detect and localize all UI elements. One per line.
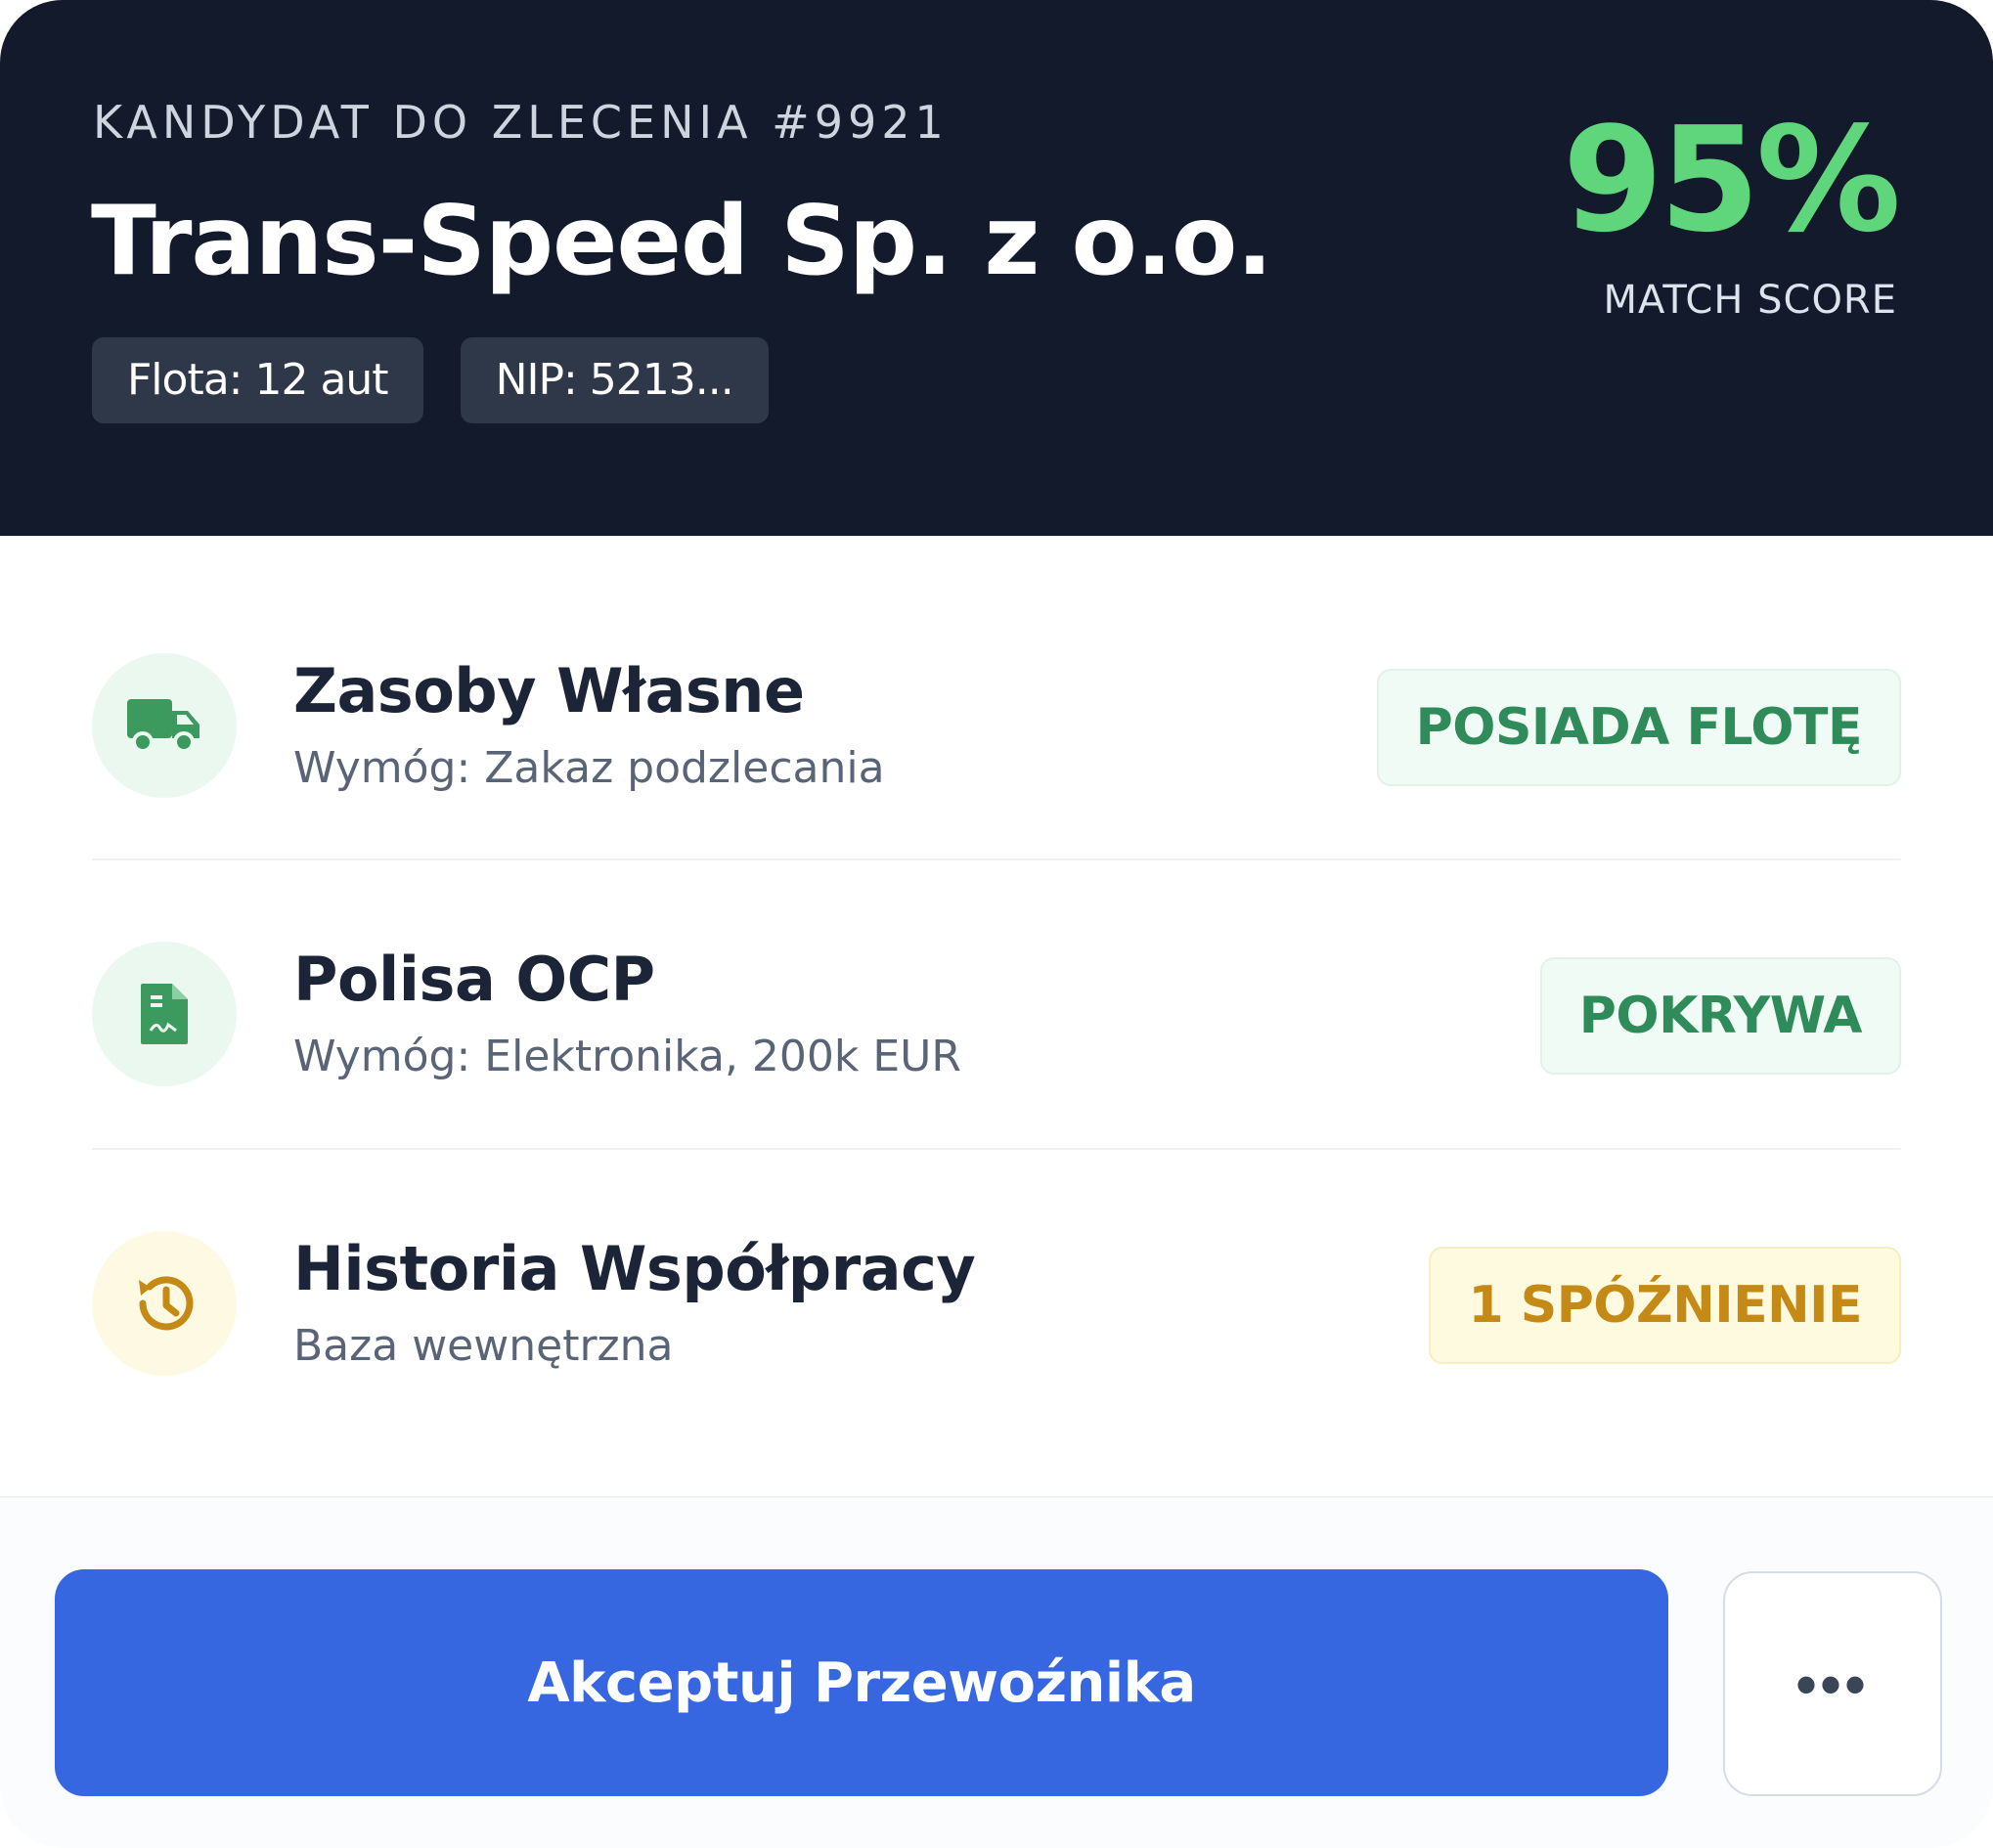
truck-icon xyxy=(92,653,237,798)
match-score-label: MATCH SCORE xyxy=(1603,278,1897,323)
row-subtitle: Baza wewnętrzna xyxy=(293,1321,674,1371)
row-title: Polisa OCP xyxy=(293,944,655,1015)
row-subtitle: Wymóg: Zakaz podzlecania xyxy=(293,743,885,793)
status-badge: POSIADA FLOTĘ xyxy=(1376,669,1901,786)
row-divider xyxy=(92,1148,1901,1150)
match-score: 95% MATCH SCORE xyxy=(1562,96,1901,323)
nip-chip: NIP: 5213... xyxy=(460,337,769,423)
info-chips: Flota: 12 aut NIP: 5213... xyxy=(92,337,769,423)
more-options-button[interactable]: ••• xyxy=(1723,1571,1942,1796)
row-divider xyxy=(92,858,1901,860)
history-icon xyxy=(92,1231,237,1376)
row-subtitle: Wymóg: Elektronika, 200k EUR xyxy=(293,1032,961,1081)
accept-carrier-button[interactable]: Akceptuj Przewoźnika xyxy=(55,1569,1668,1796)
card-header: KANDYDAT DO ZLECENIA #9921 Trans-Speed S… xyxy=(0,0,1993,536)
requirement-row-ocp-policy: Polisa OCP Wymóg: Elektronika, 200k EUR … xyxy=(92,942,1901,1086)
document-icon xyxy=(92,942,237,1086)
match-score-value: 95% xyxy=(1562,96,1901,264)
status-badge: POKRYWA xyxy=(1539,957,1901,1075)
company-name: Trans-Speed Sp. z o.o. xyxy=(91,186,1273,297)
requirement-row-cooperation-history: Historia Współpracy Baza wewnętrzna 1 SP… xyxy=(92,1231,1901,1376)
requirement-row-own-resources: Zasoby Własne Wymóg: Zakaz podzlecania P… xyxy=(92,653,1901,798)
row-title: Zasoby Własne xyxy=(293,655,805,726)
order-eyebrow: KANDYDAT DO ZLECENIA #9921 xyxy=(93,96,949,149)
fleet-chip: Flota: 12 aut xyxy=(92,337,423,423)
status-badge: 1 SPÓŹNIENIE xyxy=(1429,1247,1901,1364)
ellipsis-icon: ••• xyxy=(1795,1650,1870,1717)
row-title: Historia Współpracy xyxy=(293,1233,976,1304)
carrier-match-card: KANDYDAT DO ZLECENIA #9921 Trans-Speed S… xyxy=(0,0,1993,1848)
